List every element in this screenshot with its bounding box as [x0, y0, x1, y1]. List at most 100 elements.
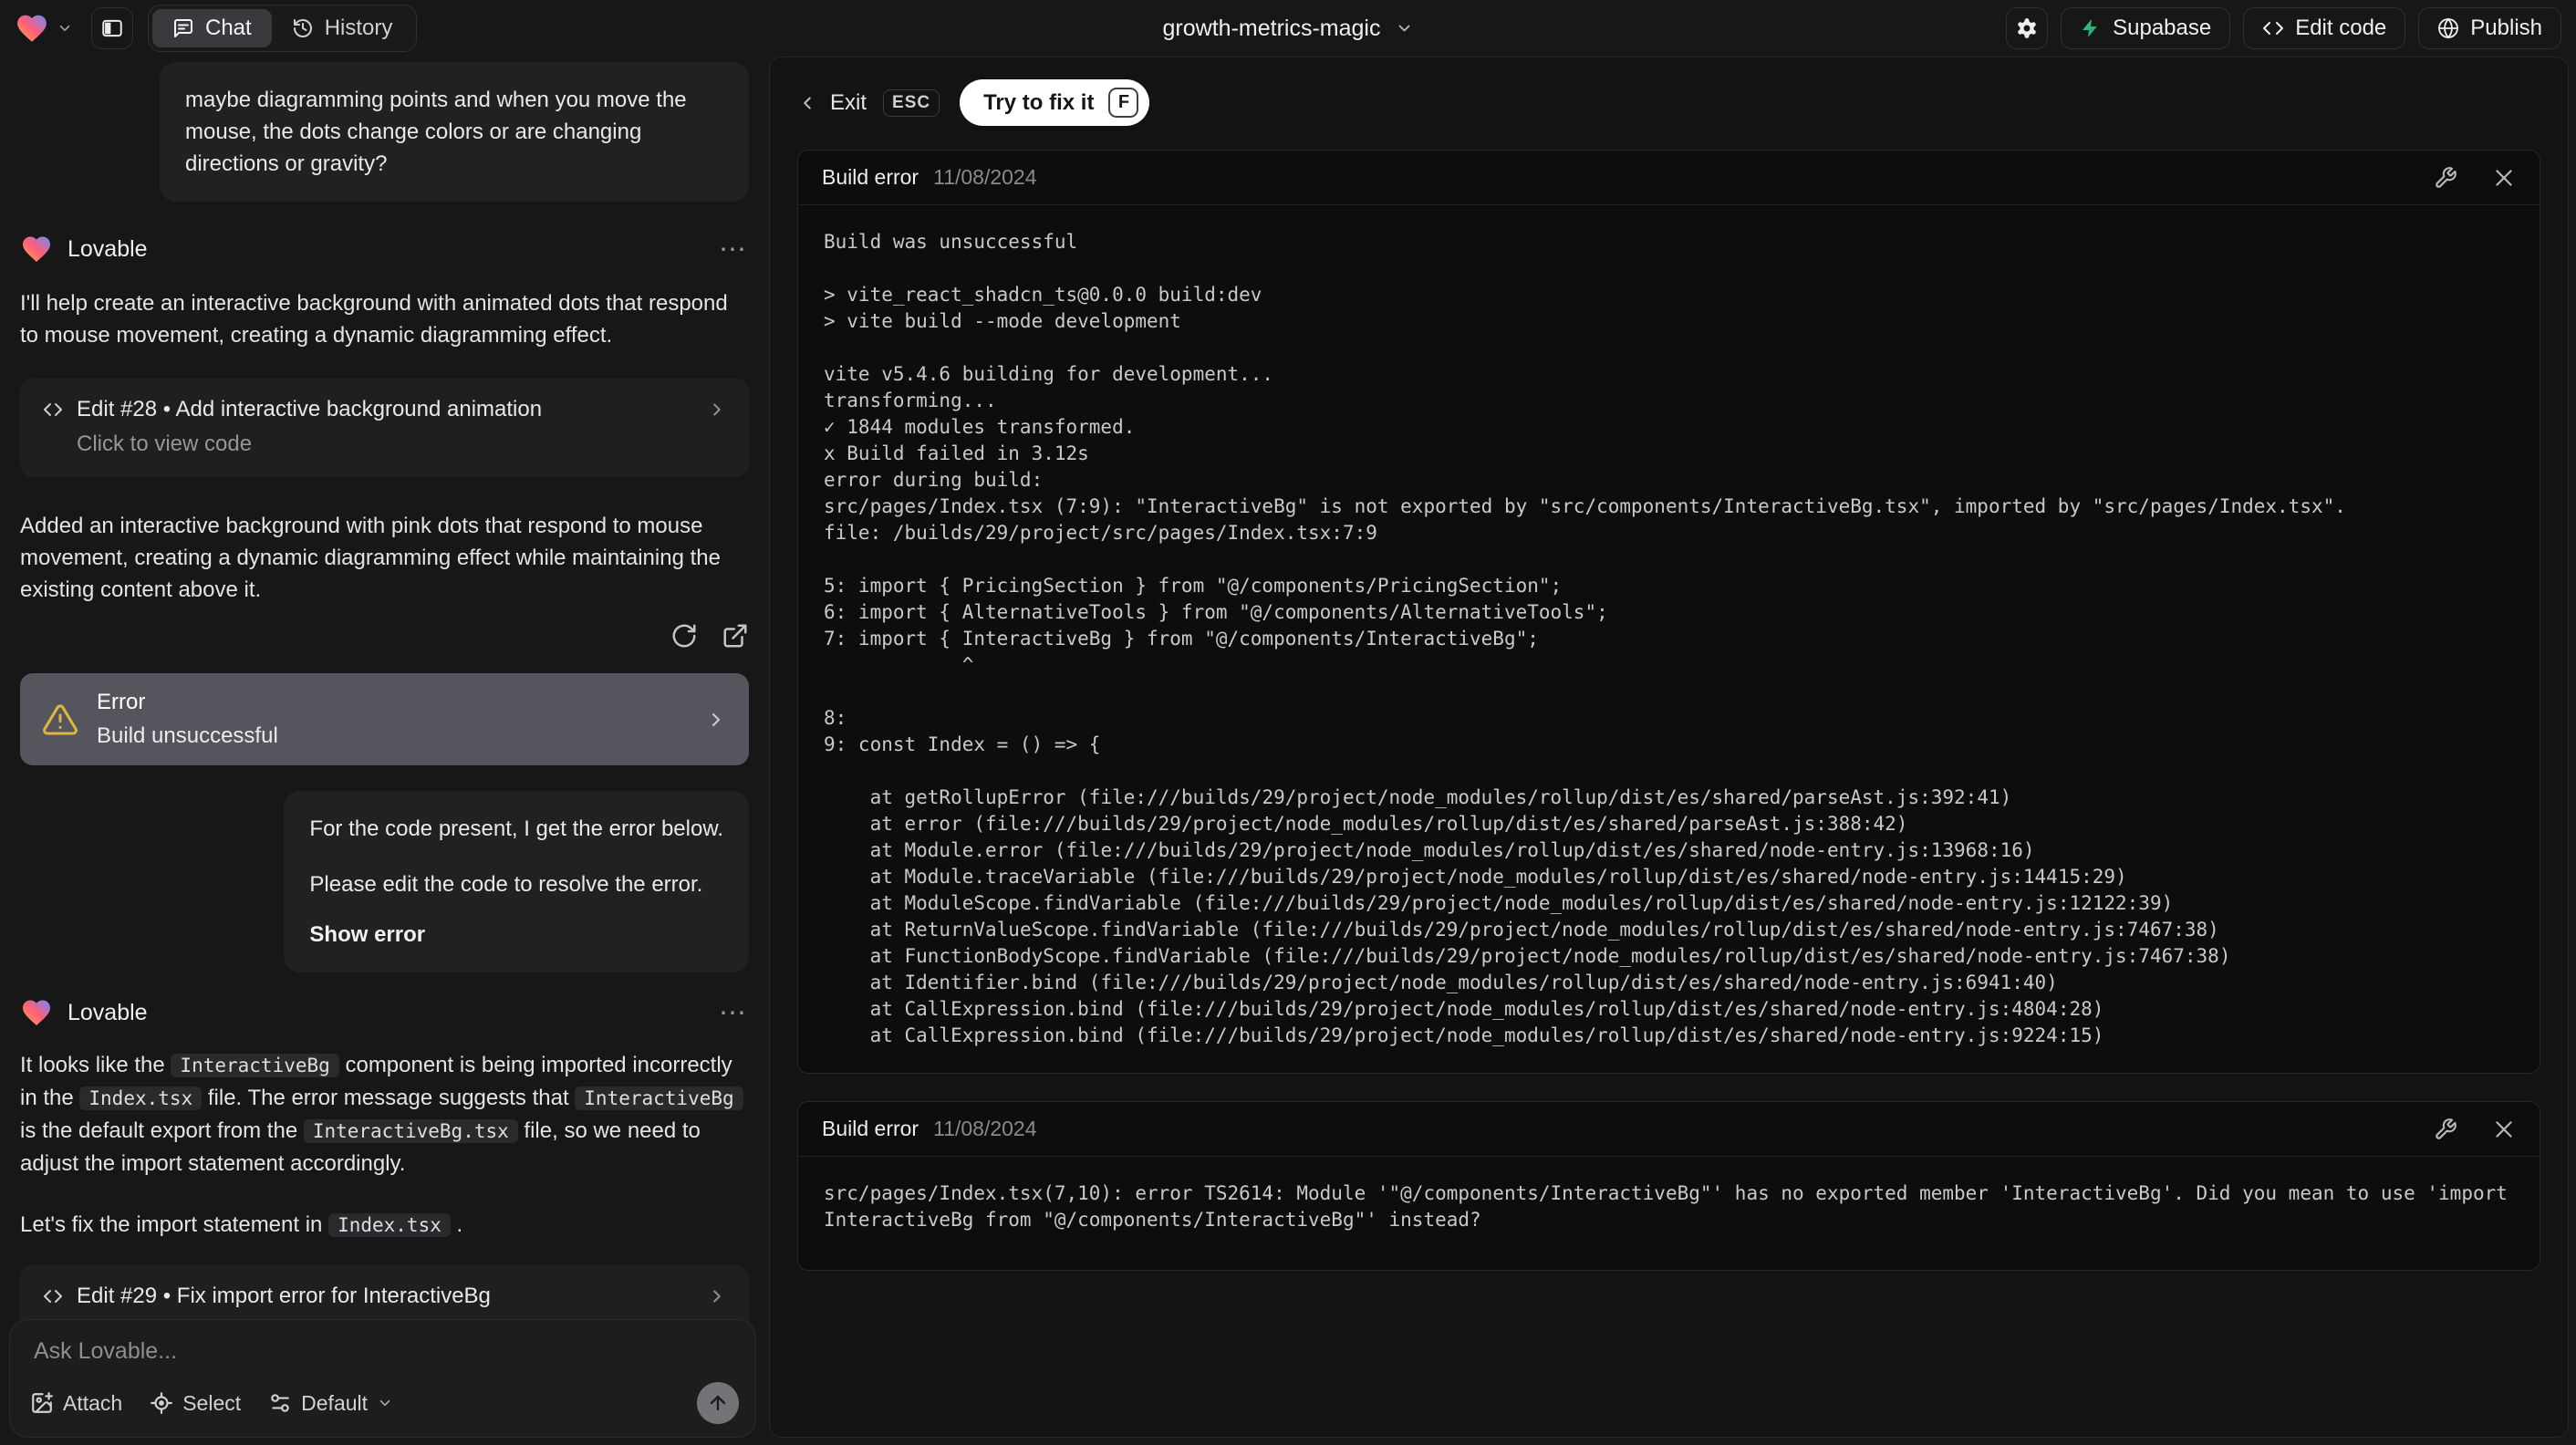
assistant-header: Lovable ⋯ — [20, 233, 749, 265]
build-error-date: 11/08/2024 — [933, 1117, 1037, 1140]
close-icon[interactable] — [2492, 1118, 2516, 1141]
globe-icon — [2437, 17, 2459, 39]
assistant-paragraph: Let's fix the import statement in Index.… — [20, 1209, 749, 1242]
error-card-text: Error Build unsuccessful — [97, 690, 278, 749]
settings-button[interactable] — [2006, 7, 2049, 49]
build-error-title: Build error — [822, 165, 919, 189]
chevron-right-icon — [705, 709, 727, 731]
code-brackets-icon — [2262, 17, 2284, 39]
user-message: For the code present, I get the error be… — [284, 791, 749, 972]
build-error-summary-card[interactable]: Error Build unsuccessful — [20, 673, 749, 765]
text-run: It looks like the — [20, 1053, 171, 1077]
tab-chat[interactable]: Chat — [152, 9, 272, 47]
build-error-card-1-header: Build error 11/08/2024 — [798, 151, 2540, 205]
publish-button[interactable]: Publish — [2418, 7, 2561, 49]
message-actions — [20, 622, 749, 650]
chat-input-box: Attach Select Default — [9, 1319, 756, 1438]
user-message-text: maybe diagramming points and when you mo… — [185, 88, 687, 176]
chevron-right-icon — [707, 1286, 727, 1306]
build-error-date: 11/08/2024 — [933, 165, 1037, 189]
code-brackets-icon — [42, 399, 64, 421]
tab-history-label: History — [324, 16, 393, 40]
attach-label: Attach — [63, 1390, 123, 1415]
build-error-card-actions — [2434, 1118, 2516, 1141]
chevron-left-icon — [797, 93, 817, 113]
more-menu-icon[interactable]: ⋯ — [719, 997, 749, 1029]
edit-29-title: Edit #29 • Fix import error for Interact… — [77, 1284, 491, 1308]
user-message: maybe diagramming points and when you mo… — [160, 62, 749, 202]
edit-code-button[interactable]: Edit code — [2243, 7, 2406, 49]
assistant-paragraph: I'll help create an interactive backgrou… — [20, 291, 728, 348]
chevron-right-icon — [707, 400, 727, 420]
chat-bubble-icon — [172, 17, 194, 39]
assistant-paragraph: It looks like the InteractiveBg componen… — [20, 1049, 749, 1180]
attach-button[interactable]: Attach — [30, 1391, 122, 1416]
chevron-down-icon — [377, 1395, 393, 1411]
publish-label: Publish — [2470, 16, 2542, 40]
project-switcher[interactable]: growth-metrics-magic — [1163, 0, 1414, 57]
build-error-card-2-header: Build error 11/08/2024 — [798, 1102, 2540, 1157]
chat-input-toolbar: Attach Select Default — [30, 1382, 739, 1424]
edit-28-title: Edit #28 • Add interactive background an… — [77, 397, 543, 421]
chat-input[interactable] — [34, 1338, 732, 1378]
more-menu-icon[interactable]: ⋯ — [719, 234, 749, 265]
fix-label: Try to fix it — [983, 89, 1095, 115]
code-brackets-icon — [42, 1285, 64, 1307]
user-message-line: For the code present, I get the error be… — [309, 816, 723, 841]
inline-code: Index.tsx — [79, 1086, 203, 1110]
supabase-button[interactable]: Supabase — [2061, 7, 2231, 49]
edit-28-subtitle: Click to view code — [77, 431, 253, 456]
lovable-heart-icon — [20, 996, 53, 1029]
lovable-heart-icon — [20, 233, 53, 265]
chat-history-tabs: Chat History — [148, 5, 418, 52]
supabase-label: Supabase — [2113, 16, 2212, 40]
tab-history[interactable]: History — [272, 9, 413, 47]
target-icon — [150, 1391, 173, 1415]
build-error-card-1: Build error 11/08/2024 Build was unsucce… — [797, 150, 2540, 1074]
try-to-fix-button[interactable]: Try to fix it F — [960, 79, 1150, 126]
assistant-name: Lovable — [68, 999, 148, 1025]
sidebar-toggle-button[interactable] — [91, 7, 133, 49]
warning-triangle-icon — [42, 702, 78, 738]
build-error-card-2: Build error 11/08/2024 src/pages/Index.t… — [797, 1101, 2540, 1271]
wrench-icon[interactable] — [2434, 166, 2457, 190]
build-error-title: Build error — [822, 1117, 919, 1140]
send-button[interactable] — [697, 1382, 739, 1424]
edit-28-title-row: Edit #28 • Add interactive background an… — [42, 397, 727, 422]
text-run: . — [450, 1212, 463, 1237]
open-external-icon[interactable] — [722, 622, 749, 650]
retry-icon[interactable] — [670, 622, 698, 650]
history-clock-icon — [292, 17, 314, 39]
text-run: file. The error message suggests that — [202, 1086, 576, 1110]
exit-label: Exit — [830, 89, 867, 115]
error-card-subtitle: Build unsuccessful — [97, 723, 278, 748]
project-name: growth-metrics-magic — [1162, 15, 1381, 41]
arrow-up-icon — [707, 1392, 729, 1414]
close-icon[interactable] — [2492, 166, 2516, 190]
show-error-link[interactable]: Show error — [309, 919, 723, 951]
chevron-down-icon — [1395, 19, 1413, 37]
inline-code: Index.tsx — [328, 1213, 451, 1237]
edit-code-label: Edit code — [2295, 16, 2387, 40]
sidebar-panel-icon — [100, 16, 124, 40]
assistant-paragraph: Added an interactive background with pin… — [20, 514, 721, 602]
model-selector[interactable]: Default — [268, 1391, 393, 1416]
error-overlay-panel: Exit ESC Try to fix it F Build error 11/… — [769, 57, 2569, 1438]
edit-28-card[interactable]: Edit #28 • Add interactive background an… — [20, 379, 749, 477]
assistant-header: Lovable ⋯ — [20, 996, 749, 1029]
esc-key-badge: ESC — [883, 88, 940, 117]
exit-button[interactable]: Exit ESC — [797, 88, 940, 117]
build-error-card-actions — [2434, 166, 2516, 190]
wrench-icon[interactable] — [2434, 1118, 2457, 1141]
error-panel-header: Exit ESC Try to fix it F — [797, 79, 2540, 126]
build-error-log: src/pages/Index.tsx(7,10): error TS2614:… — [824, 1182, 2508, 1231]
top-bar: Chat History growth-metrics-magic Supaba… — [0, 0, 2576, 57]
gear-icon — [2015, 16, 2039, 40]
select-button[interactable]: Select — [150, 1391, 241, 1416]
select-label: Select — [182, 1390, 242, 1415]
lovable-logo-menu[interactable] — [15, 11, 73, 46]
error-card-title: Error — [97, 690, 146, 714]
text-run: Let's fix the import statement in — [20, 1212, 329, 1237]
f-key-badge: F — [1108, 88, 1139, 118]
topbar-actions: Supabase Edit code Publish — [2006, 7, 2561, 49]
